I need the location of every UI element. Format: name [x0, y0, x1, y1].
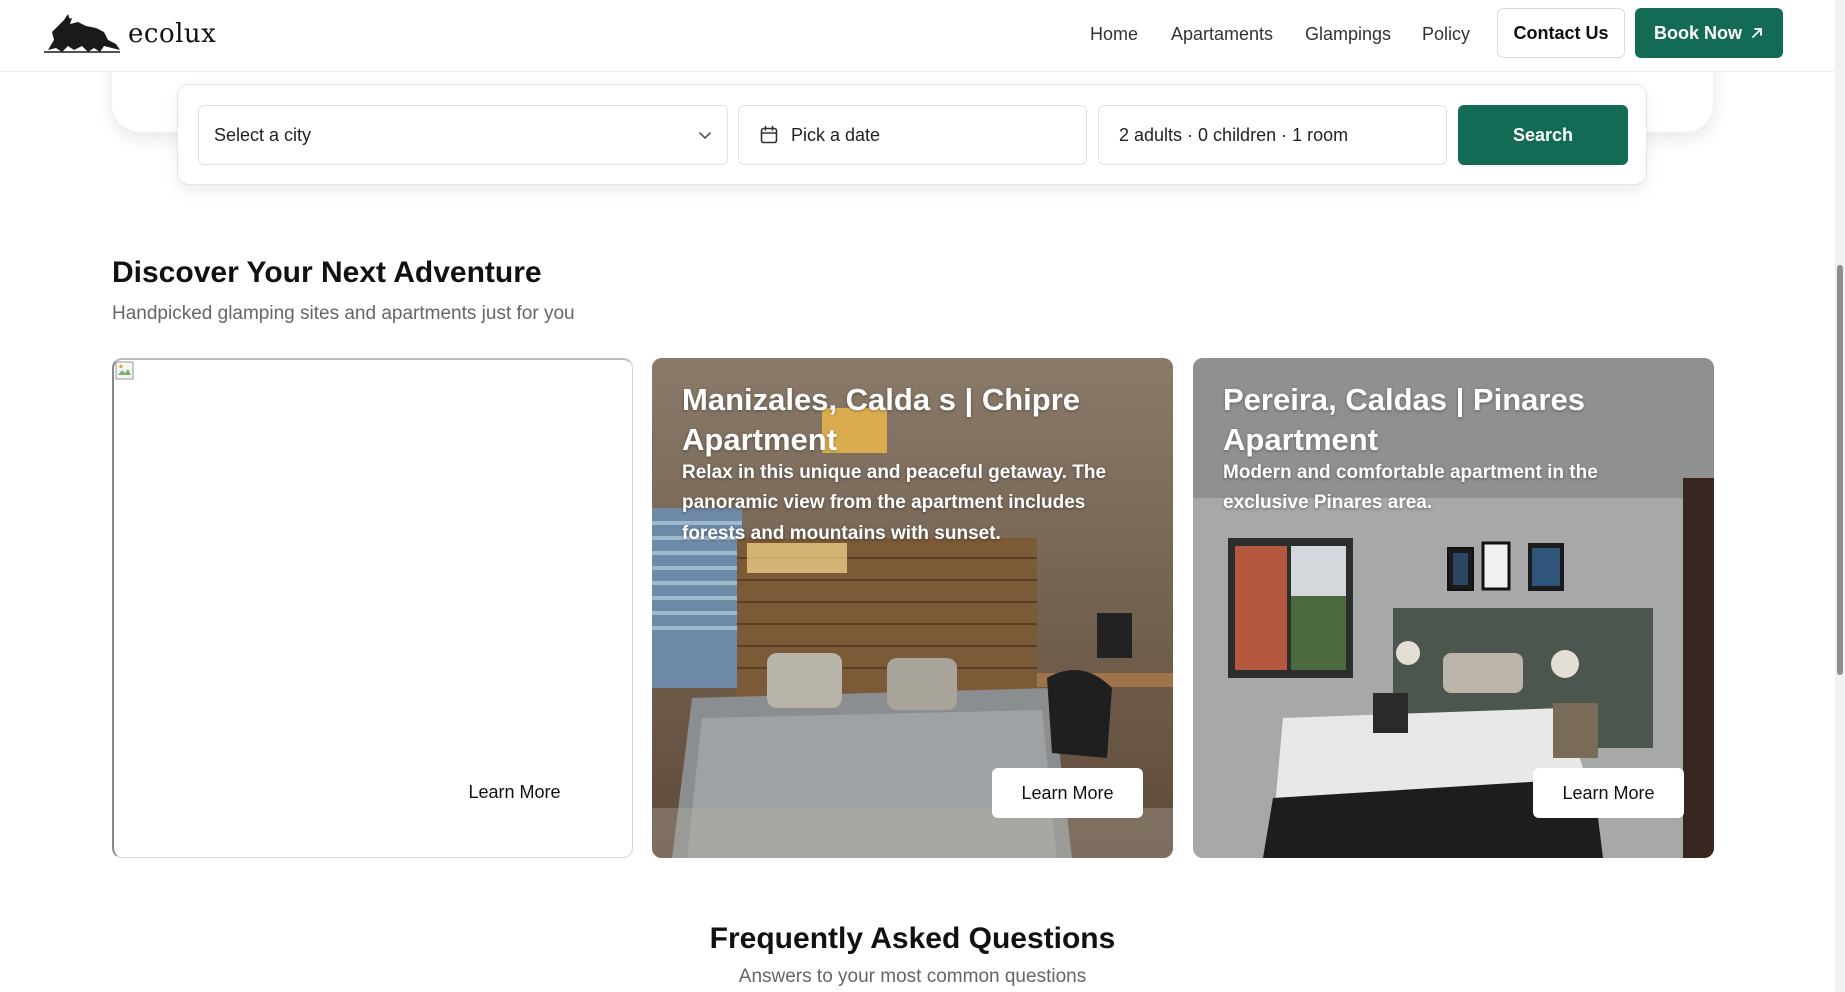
learn-more-button[interactable]: Learn More — [992, 768, 1143, 818]
broken-image-icon — [115, 361, 134, 380]
nav-glampings[interactable]: Glampings — [1305, 24, 1391, 45]
brand-logo[interactable]: ecolux — [42, 10, 216, 58]
contact-us-button[interactable]: Contact Us — [1497, 8, 1625, 58]
city-select-value: Select a city — [214, 124, 312, 145]
learn-more-label: Learn More — [1562, 782, 1655, 803]
search-button[interactable]: Search — [1458, 105, 1628, 165]
arrow-up-right-icon — [1752, 28, 1762, 38]
chevron-down-icon — [699, 132, 711, 140]
nav-home[interactable]: Home — [1090, 24, 1138, 45]
search-button-label: Search — [1512, 124, 1574, 145]
learn-more-label: Learn More — [468, 781, 561, 802]
listing-card[interactable]: Manizales, Calda s | Chipre Apartment Re… — [652, 358, 1173, 858]
scrollbar-thumb[interactable] — [1837, 265, 1843, 675]
site-header: ecolux Home Apartaments Glampings Policy… — [0, 0, 1835, 72]
date-picker[interactable]: Pick a date — [738, 105, 1087, 165]
listing-card[interactable]: Pereira, Caldas | Pinares Apartment Mode… — [1193, 358, 1714, 858]
faq-title: Frequently Asked Questions — [709, 922, 1116, 955]
discover-subtitle: Handpicked glamping sites and apartments… — [112, 303, 575, 324]
card-title: Manizales, Calda s | Chipre Apartment — [682, 382, 1081, 458]
card-description: Modern and comfortable apartment in the … — [1223, 462, 1598, 514]
card-title: Pereira, Caldas | Pinares Apartment — [1223, 382, 1585, 458]
guests-selector[interactable]: 2 adults · 0 children · 1 room — [1098, 105, 1447, 165]
learn-more-button[interactable]: Learn More — [439, 767, 590, 817]
nav-policy[interactable]: Policy — [1422, 24, 1470, 45]
calendar-icon — [760, 125, 778, 144]
listing-card[interactable]: Learn More — [112, 358, 633, 858]
city-select[interactable]: Select a city — [198, 105, 728, 165]
search-bar: Select a city Pick a date 2 adults · 0 c… — [177, 84, 1647, 185]
book-now-button[interactable]: Book Now — [1635, 8, 1783, 58]
panther-logo-icon — [44, 14, 120, 53]
discover-title: Discover Your Next Adventure — [112, 256, 542, 289]
brand-name: ecolux — [128, 19, 217, 49]
guests-value: 2 adults · 0 children · 1 room — [1119, 124, 1349, 145]
book-now-label: Book Now — [1654, 22, 1742, 43]
date-picker-value: Pick a date — [791, 124, 881, 145]
learn-more-label: Learn More — [1021, 782, 1114, 803]
faq-subtitle: Answers to your most common questions — [738, 966, 1087, 987]
nav-apartaments[interactable]: Apartaments — [1171, 24, 1273, 45]
card-description: Relax in this unique and peaceful getawa… — [682, 462, 1107, 544]
learn-more-button[interactable]: Learn More — [1533, 768, 1684, 818]
contact-us-label: Contact Us — [1513, 22, 1609, 43]
